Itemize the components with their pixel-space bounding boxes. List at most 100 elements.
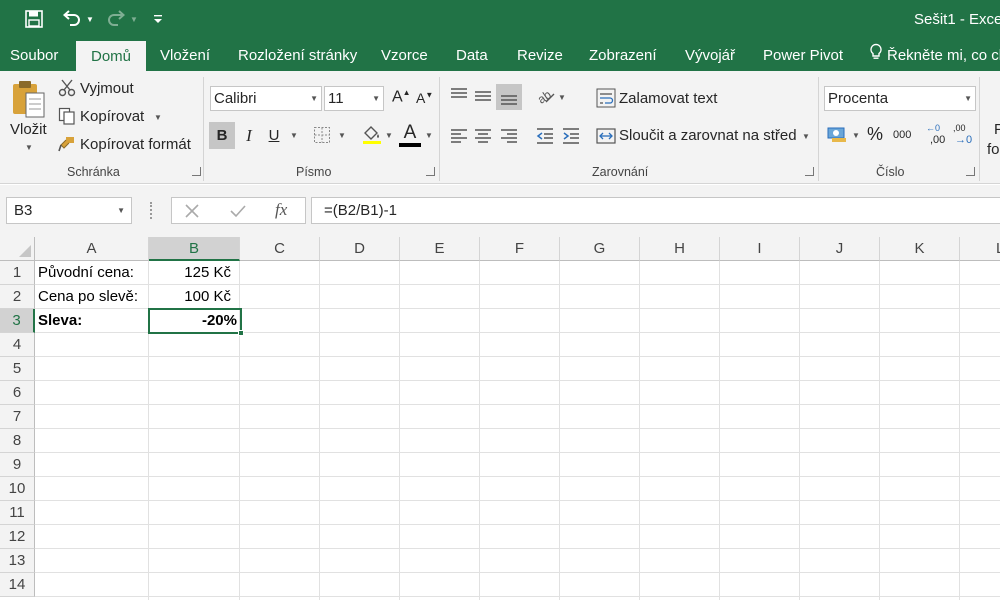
increase-indent-icon[interactable] xyxy=(561,126,581,151)
align-bottom-icon[interactable] xyxy=(496,84,522,110)
enter-icon[interactable] xyxy=(229,203,247,224)
cell-a3[interactable]: Sleva: xyxy=(38,309,82,332)
copy-button[interactable]: Kopírovat xyxy=(80,108,144,125)
undo-dropdown-icon[interactable]: ▼ xyxy=(86,8,94,30)
font-color-dropdown-icon[interactable]: ▼ xyxy=(425,131,433,140)
fill-color-icon[interactable] xyxy=(361,123,383,150)
font-size-select[interactable]: 11 ▼ xyxy=(324,86,384,111)
tab-insert[interactable]: Vložení xyxy=(160,40,210,71)
row-header-13[interactable]: 13 xyxy=(0,549,35,573)
borders-dropdown-icon[interactable]: ▼ xyxy=(338,131,346,140)
merge-center-button[interactable]: Sloučit a zarovnat na střed xyxy=(619,127,797,144)
column-header-b[interactable]: B xyxy=(149,237,240,261)
row-header-12[interactable]: 12 xyxy=(0,525,35,549)
tab-file[interactable]: Soubor xyxy=(10,40,58,71)
styles-label-cut-2[interactable]: fo xyxy=(987,141,1000,158)
insert-function-button[interactable]: fx xyxy=(275,200,287,220)
column-header-k[interactable]: K xyxy=(880,237,960,261)
formula-input[interactable]: =(B2/B1)-1 xyxy=(311,197,1000,224)
row-header-3[interactable]: 3 xyxy=(0,309,35,333)
row-header-1[interactable]: 1 xyxy=(0,261,35,285)
row-header-6[interactable]: 6 xyxy=(0,381,35,405)
column-header-e[interactable]: E xyxy=(400,237,480,261)
copy-dropdown-icon[interactable]: ▼ xyxy=(154,113,162,122)
align-left-icon[interactable] xyxy=(449,126,469,151)
tab-home[interactable]: Domů xyxy=(76,41,146,71)
row-header-7[interactable]: 7 xyxy=(0,405,35,429)
tab-page-layout[interactable]: Rozložení stránky xyxy=(238,40,357,71)
paste-dropdown-icon[interactable]: ▼ xyxy=(25,143,33,152)
accounting-dropdown-icon[interactable]: ▼ xyxy=(852,131,860,140)
cell-b2[interactable]: 100 Kč xyxy=(149,285,231,308)
underline-dropdown-icon[interactable]: ▼ xyxy=(290,131,298,140)
column-header-a[interactable]: A xyxy=(35,237,149,261)
grow-font-button[interactable]: A▲ xyxy=(392,88,411,106)
percent-style-button[interactable]: % xyxy=(867,124,883,145)
cell-b1[interactable]: 125 Kč xyxy=(149,261,231,284)
comma-style-button[interactable]: 000 xyxy=(893,129,911,141)
clipboard-launcher-icon[interactable] xyxy=(192,167,201,176)
paste-button[interactable]: Vložit xyxy=(10,121,47,138)
font-launcher-icon[interactable] xyxy=(426,167,435,176)
column-header-d[interactable]: D xyxy=(320,237,400,261)
group-divider xyxy=(979,77,980,181)
bold-button[interactable]: B xyxy=(209,122,235,149)
column-header-h[interactable]: H xyxy=(640,237,720,261)
column-header-f[interactable]: F xyxy=(480,237,560,261)
borders-icon[interactable] xyxy=(313,126,331,149)
column-header-j[interactable]: J xyxy=(800,237,880,261)
row-header-8[interactable]: 8 xyxy=(0,429,35,453)
row-header-14[interactable]: 14 xyxy=(0,573,35,597)
align-middle-icon[interactable] xyxy=(473,86,493,111)
cell-a1[interactable]: Původní cena: xyxy=(38,261,134,284)
number-launcher-icon[interactable] xyxy=(966,167,975,176)
font-family-select[interactable]: Calibri ▼ xyxy=(210,86,322,111)
cell-a2[interactable]: Cena po slevě: xyxy=(38,285,138,308)
select-all-corner[interactable] xyxy=(0,237,35,261)
align-right-icon[interactable] xyxy=(499,126,519,151)
font-color-button[interactable]: A xyxy=(400,122,420,144)
column-header-c[interactable]: C xyxy=(240,237,320,261)
column-header-g[interactable]: G xyxy=(560,237,640,261)
orientation-dropdown-icon[interactable]: ▼ xyxy=(558,93,566,102)
wrap-text-button[interactable]: Zalamovat text xyxy=(619,90,717,107)
tab-data[interactable]: Data xyxy=(456,40,488,71)
row-header-9[interactable]: 9 xyxy=(0,453,35,477)
format-painter-button[interactable]: Kopírovat formát xyxy=(80,136,191,153)
styles-label-cut[interactable]: P xyxy=(994,121,1000,138)
fill-handle[interactable] xyxy=(238,330,244,336)
tab-view[interactable]: Zobrazení xyxy=(589,40,657,71)
row-header-4[interactable]: 4 xyxy=(0,333,35,357)
align-center-icon[interactable] xyxy=(473,126,493,151)
column-header-l[interactable]: L xyxy=(960,237,1000,261)
number-format-select[interactable]: Procenta ▼ xyxy=(824,86,976,111)
align-top-icon[interactable] xyxy=(449,86,469,111)
orientation-icon[interactable]: ab xyxy=(535,86,556,111)
customize-qat-icon[interactable] xyxy=(153,8,163,30)
row-header-5[interactable]: 5 xyxy=(0,357,35,381)
cut-button[interactable]: Vyjmout xyxy=(80,80,134,97)
tab-developer[interactable]: Vývojář xyxy=(685,40,735,71)
underline-button[interactable]: U xyxy=(265,122,283,149)
formula-bar-grip[interactable] xyxy=(150,202,153,219)
row-header-11[interactable]: 11 xyxy=(0,501,35,525)
merge-dropdown-icon[interactable]: ▼ xyxy=(802,132,810,141)
tab-review[interactable]: Revize xyxy=(517,40,563,71)
save-icon[interactable] xyxy=(24,8,44,30)
fill-color-dropdown-icon[interactable]: ▼ xyxy=(385,131,393,140)
tab-formulas[interactable]: Vzorce xyxy=(381,40,428,71)
cancel-icon[interactable] xyxy=(184,203,200,224)
paste-icon[interactable] xyxy=(10,79,48,124)
decrease-indent-icon[interactable] xyxy=(535,126,555,151)
italic-button[interactable]: I xyxy=(240,122,258,149)
row-header-2[interactable]: 2 xyxy=(0,285,35,309)
undo-icon[interactable] xyxy=(62,8,82,30)
tell-me-box[interactable]: Řekněte mi, co ch xyxy=(869,40,1000,71)
row-header-10[interactable]: 10 xyxy=(0,477,35,501)
shrink-font-button[interactable]: A▼ xyxy=(416,90,433,106)
alignment-launcher-icon[interactable] xyxy=(805,167,814,176)
name-box[interactable]: B3 ▼ xyxy=(6,197,132,224)
accounting-format-icon[interactable] xyxy=(827,124,849,149)
tab-power-pivot[interactable]: Power Pivot xyxy=(763,40,843,71)
column-header-i[interactable]: I xyxy=(720,237,800,261)
